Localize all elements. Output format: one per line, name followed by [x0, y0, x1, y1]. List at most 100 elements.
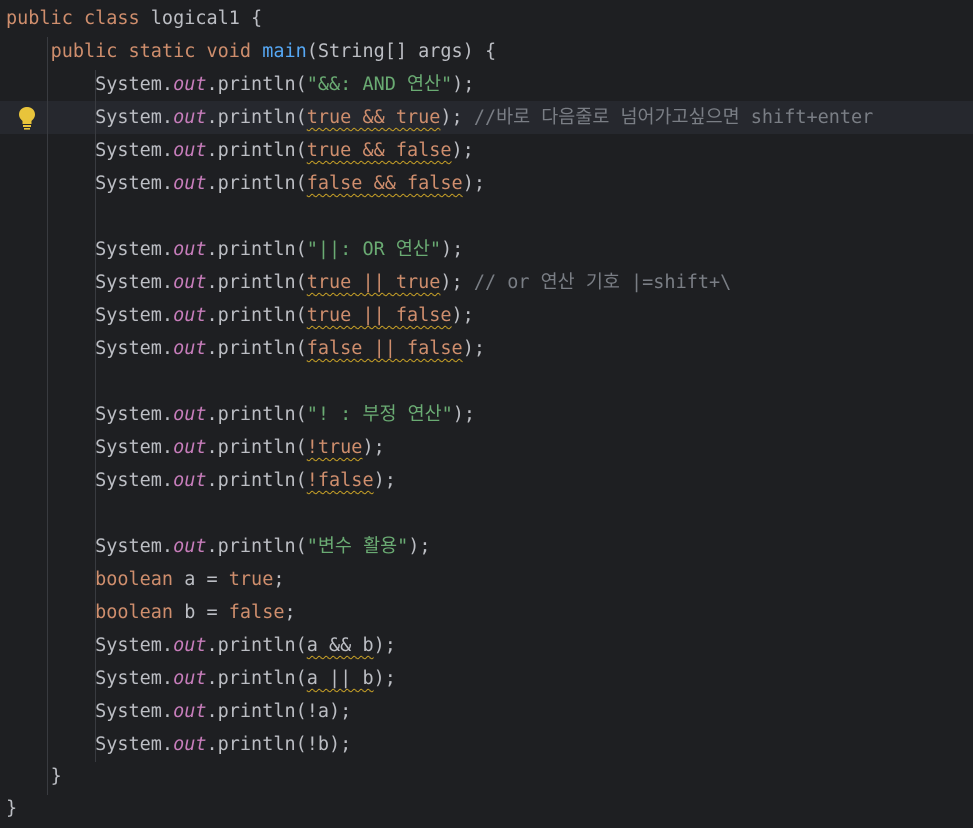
call-close: ); [441, 239, 464, 260]
code-editor[interactable]: public class logical1 { public static vo… [0, 0, 973, 828]
println-call: .println( [206, 305, 307, 326]
code-line-13[interactable]: System.out.println("! : 부정 연산"); [6, 398, 475, 431]
bool-expression[interactable]: true && false [307, 140, 452, 161]
bool-expression[interactable]: true && true [307, 107, 441, 128]
call-close: ); [408, 536, 431, 557]
bool-expression[interactable]: !true [307, 437, 363, 458]
system-class: System. [95, 668, 174, 689]
call-close: ); [462, 338, 485, 359]
code-line-18[interactable]: boolean a = true; [6, 563, 284, 596]
bool-expression[interactable]: a && b [307, 635, 374, 656]
bool-literal: true [228, 569, 274, 590]
call-close: ); [451, 305, 474, 326]
system-class: System. [95, 107, 174, 128]
code-line-14[interactable]: System.out.println(!true); [6, 431, 385, 464]
out-field: out [173, 437, 207, 458]
system-class: System. [95, 701, 174, 722]
system-class: System. [95, 536, 174, 557]
println-call: .println( [206, 404, 307, 425]
call-close: ); [329, 734, 352, 755]
keyword: boolean [95, 602, 174, 623]
bool-expression[interactable]: a || b [307, 668, 374, 689]
println-call: .println( [206, 338, 307, 359]
comment: //바로 다음줄로 넘어가고싶으면 shift+enter [473, 107, 874, 128]
out-field: out [173, 668, 207, 689]
code-line-17[interactable]: System.out.println("변수 활용"); [6, 530, 431, 563]
keyword: public class [6, 8, 140, 29]
bool-expression: !a [306, 701, 330, 722]
println-call: .println( [206, 74, 307, 95]
out-field: out [173, 470, 207, 491]
variable-decl: b = [184, 602, 229, 623]
code-line-20[interactable]: System.out.println(a && b); [6, 629, 396, 662]
code-line-3[interactable]: System.out.println("&&: AND 연산"); [6, 68, 474, 101]
class-name: logical1 [150, 8, 240, 29]
bool-expression: !b [306, 734, 330, 755]
system-class: System. [95, 173, 174, 194]
code-line-2[interactable]: public static void main(String[] args) { [6, 35, 497, 68]
println-call: .println( [206, 437, 307, 458]
bool-expression[interactable]: false && false [307, 173, 463, 194]
keyword: boolean [95, 569, 174, 590]
println-call: .println( [206, 140, 307, 161]
call-close: ); [373, 668, 396, 689]
string-literal: "! : 부정 연산" [306, 404, 453, 425]
code-line-25[interactable]: } [6, 792, 17, 825]
system-class: System. [95, 74, 174, 95]
out-field: out [173, 305, 207, 326]
call-close: ); [452, 404, 476, 425]
system-class: System. [95, 437, 174, 458]
code-line-5[interactable]: System.out.println(true && false); [6, 134, 474, 167]
code-line-21[interactable]: System.out.println(a || b); [6, 662, 396, 695]
out-field: out [173, 107, 207, 128]
code-line-1[interactable]: public class logical1 { [6, 2, 262, 35]
system-class: System. [95, 635, 174, 656]
println-call: .println( [206, 107, 307, 128]
bool-expression[interactable]: false || false [307, 338, 463, 359]
call-close: ); [329, 701, 352, 722]
bool-expression[interactable]: true || true [307, 272, 441, 293]
println-call: .println( [206, 536, 307, 557]
out-field: out [173, 404, 207, 425]
system-class: System. [95, 272, 174, 293]
code-line-24[interactable]: } [6, 760, 62, 793]
code-line-22[interactable]: System.out.println(!a); [6, 695, 351, 728]
println-call: .println( [206, 470, 307, 491]
out-field: out [173, 239, 207, 260]
system-class: System. [95, 734, 174, 755]
out-field: out [173, 173, 207, 194]
code-line-11[interactable]: System.out.println(false || false); [6, 332, 485, 365]
bool-expression[interactable]: !false [307, 470, 374, 491]
out-field: out [173, 140, 207, 161]
call-close: ); [462, 173, 485, 194]
bool-expression[interactable]: true || false [307, 305, 452, 326]
semicolon: ; [284, 602, 296, 623]
code-line-23[interactable]: System.out.println(!b); [6, 728, 351, 761]
code-line-6[interactable]: System.out.println(false && false); [6, 167, 485, 200]
println-call: .println( [206, 668, 307, 689]
code-line-9[interactable]: System.out.println(true || true); // or … [6, 266, 731, 299]
comment: // or 연산 기호 |=shift+\ [473, 272, 732, 293]
call-close: ); [452, 74, 475, 95]
call-close: ); [373, 635, 396, 656]
out-field: out [173, 635, 207, 656]
out-field: out [173, 338, 207, 359]
out-field: out [173, 701, 207, 722]
string-literal: "변수 활용" [306, 536, 409, 557]
system-class: System. [95, 239, 174, 260]
system-class: System. [95, 140, 174, 161]
system-class: System. [95, 338, 174, 359]
bool-literal: false [228, 602, 285, 623]
string-literal: "||: OR 연산" [306, 239, 442, 260]
code-line-19[interactable]: boolean b = false; [6, 596, 296, 629]
code-line-4[interactable]: System.out.println(true && true); //바로 다… [6, 101, 873, 134]
out-field: out [173, 734, 207, 755]
code-line-15[interactable]: System.out.println(!false); [6, 464, 396, 497]
system-class: System. [95, 305, 174, 326]
brace: { [251, 8, 263, 29]
code-line-10[interactable]: System.out.println(true || false); [6, 299, 474, 332]
code-line-8[interactable]: System.out.println("||: OR 연산"); [6, 233, 463, 266]
println-call: .println( [206, 701, 307, 722]
println-call: .println( [206, 239, 307, 260]
method-close-brace: } [50, 766, 62, 787]
